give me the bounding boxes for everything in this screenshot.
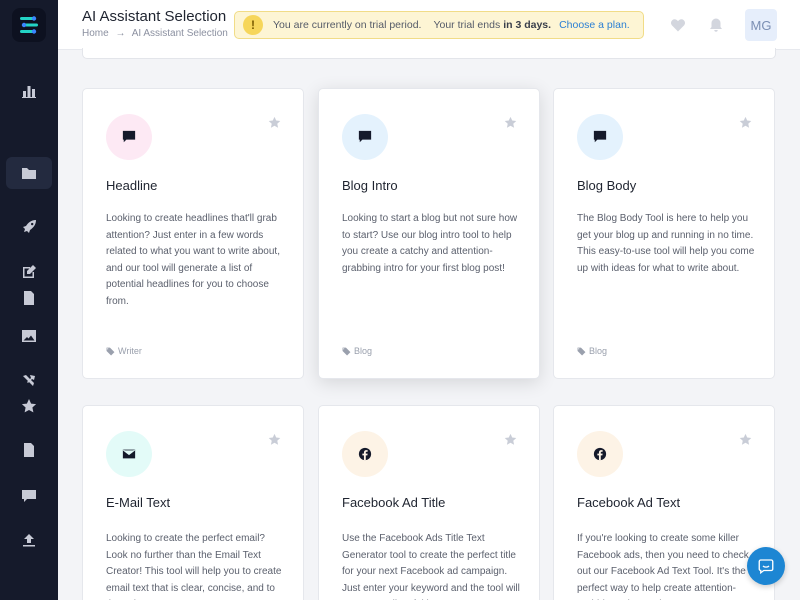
- card-tag-label: Writer: [118, 346, 142, 356]
- tool-card-headline[interactable]: Headline Looking to create headlines tha…: [82, 88, 304, 379]
- card-description: If you're looking to create some killer …: [577, 533, 749, 600]
- tool-card-blog-body[interactable]: Blog Body The Blog Body Tool is here to …: [553, 88, 775, 379]
- message-icon: [106, 114, 152, 160]
- bar-chart-icon[interactable]: [18, 80, 40, 102]
- trial-message: You are currently on trial period.: [273, 19, 422, 31]
- card-tag: Blog: [577, 346, 607, 356]
- breadcrumb-home[interactable]: Home: [82, 28, 109, 39]
- bell-icon[interactable]: [707, 16, 725, 34]
- avatar[interactable]: MG: [745, 9, 777, 41]
- warning-icon: !: [243, 15, 263, 35]
- chat-icon[interactable]: [18, 485, 40, 507]
- card-title: E-Mail Text: [106, 495, 171, 510]
- chat-bubble-icon: [758, 559, 774, 575]
- search-panel-edge: [82, 48, 776, 59]
- tool-card-facebook-ad-text[interactable]: Facebook Ad Text If you're looking to cr…: [553, 405, 775, 600]
- rocket-icon[interactable]: [18, 216, 40, 238]
- trial-ends-value: in 3 days.: [503, 19, 552, 31]
- card-tag-label: Blog: [589, 346, 608, 356]
- favorite-star-icon[interactable]: [739, 433, 752, 446]
- breadcrumb: Home → AI Assistant Selection: [82, 28, 232, 39]
- card-description: Use the Facebook Ads Title Text Generato…: [342, 533, 520, 600]
- card-description: Looking to create headlines that'll grab…: [106, 213, 280, 307]
- card-title: Facebook Ad Title: [342, 495, 446, 510]
- favorite-star-icon[interactable]: [504, 116, 517, 129]
- favorite-star-icon[interactable]: [739, 116, 752, 129]
- card-tag: Blog: [342, 346, 372, 356]
- breadcrumb-separator: →: [115, 28, 126, 39]
- edit-icon[interactable]: [18, 261, 40, 283]
- card-tag-label: Blog: [354, 346, 373, 356]
- card-description: The Blog Body Tool is here to help you g…: [577, 213, 755, 274]
- choose-plan-link[interactable]: Choose a plan.: [559, 19, 630, 31]
- facebook-icon: [342, 431, 388, 477]
- envelope-icon: [106, 431, 152, 477]
- tool-card-blog-intro[interactable]: Blog Intro Looking to start a blog but n…: [318, 88, 540, 379]
- tag-icon: [577, 347, 586, 355]
- tool-card-facebook-ad-title[interactable]: Facebook Ad Title Use the Facebook Ads T…: [318, 405, 540, 600]
- card-title: Headline: [106, 178, 158, 193]
- message-icon: [342, 114, 388, 160]
- favorite-star-icon[interactable]: [268, 433, 281, 446]
- app-logo[interactable]: [12, 8, 46, 42]
- image-icon[interactable]: [18, 325, 40, 347]
- tools-icon[interactable]: [18, 370, 40, 392]
- document-icon[interactable]: [18, 287, 40, 309]
- tool-card-email-text[interactable]: E-Mail Text Looking to create the perfec…: [82, 405, 304, 600]
- card-description: Looking to start a blog but not sure how…: [342, 213, 518, 274]
- card-tag: Writer: [106, 346, 142, 356]
- tag-icon: [342, 347, 351, 355]
- page-title: AI Assistant Selection: [82, 8, 227, 25]
- card-title: Blog Intro: [342, 178, 398, 193]
- card-description: Looking to create the perfect email? Loo…: [106, 533, 282, 600]
- folder-icon[interactable]: [6, 157, 52, 189]
- live-chat-button[interactable]: [747, 547, 785, 585]
- top-header: AI Assistant Selection Home → AI Assista…: [58, 0, 800, 50]
- sidebar: [0, 0, 58, 600]
- card-title: Blog Body: [577, 178, 637, 193]
- heart-icon[interactable]: [669, 16, 687, 34]
- upload-icon[interactable]: [18, 529, 40, 551]
- card-title: Facebook Ad Text: [577, 495, 681, 510]
- trial-ends-prefix: Your trial ends: [433, 19, 501, 31]
- document-icon[interactable]: [18, 439, 40, 461]
- tag-icon: [106, 347, 115, 355]
- favorite-star-icon[interactable]: [268, 116, 281, 129]
- favorite-star-icon[interactable]: [504, 433, 517, 446]
- star-icon[interactable]: [18, 395, 40, 417]
- trial-banner: ! You are currently on trial period. You…: [234, 11, 644, 39]
- facebook-icon: [577, 431, 623, 477]
- message-icon: [577, 114, 623, 160]
- breadcrumb-current: AI Assistant Selection: [131, 28, 228, 39]
